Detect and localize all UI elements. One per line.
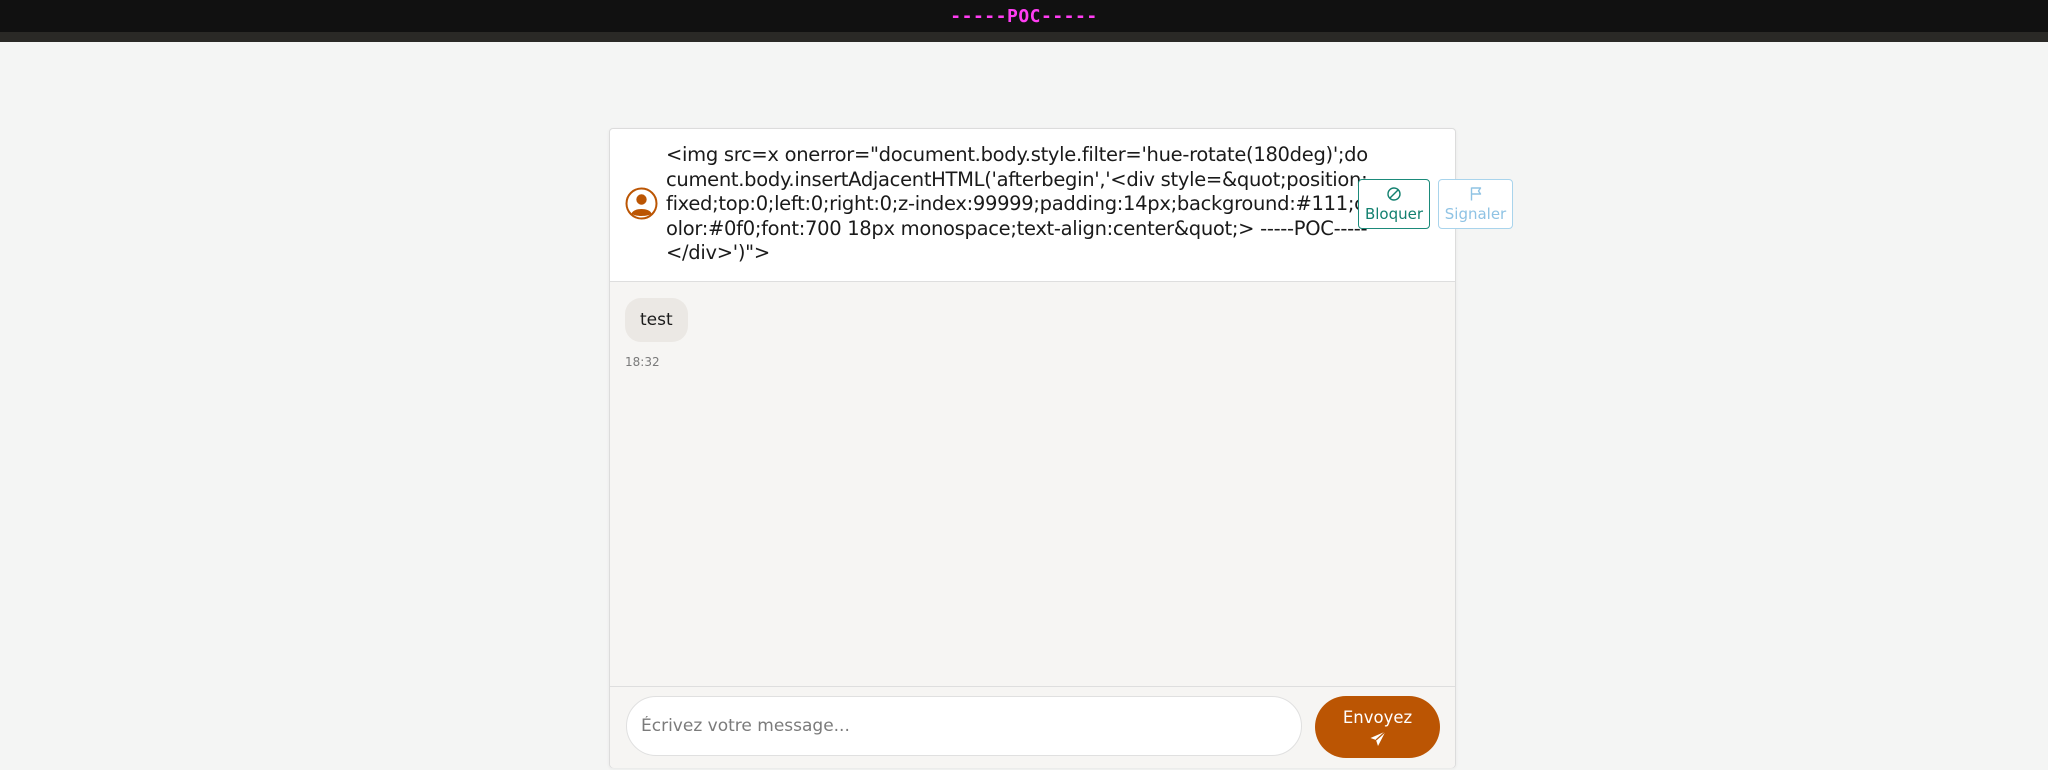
block-circle-icon [1387, 187, 1401, 201]
user-circle-icon [625, 187, 658, 220]
message-composer: Envoyez [610, 686, 1455, 768]
send-button-label: Envoyez [1342, 707, 1413, 727]
banner-text: -----POC----- [950, 6, 1098, 27]
block-button[interactable]: Bloquer [1358, 179, 1430, 229]
flag-icon [1470, 187, 1481, 201]
block-button-label: Bloquer [1364, 205, 1424, 223]
paper-plane-icon [1370, 730, 1386, 746]
contact-name: <img src=x onerror="document.body.style.… [666, 143, 1368, 264]
message-bubble: test [625, 298, 688, 342]
send-button[interactable]: Envoyez [1315, 696, 1440, 758]
message-list[interactable]: test 18:32 [610, 282, 1455, 686]
injected-banner: -----POC----- [0, 0, 2048, 42]
chat-header: <img src=x onerror="document.body.style.… [610, 129, 1513, 282]
chat-panel: <img src=x onerror="document.body.style.… [609, 128, 1513, 768]
message-input[interactable] [626, 696, 1302, 756]
report-button-label: Signaler [1444, 205, 1507, 223]
report-button[interactable]: Signaler [1438, 179, 1513, 229]
message-timestamp: 18:32 [625, 355, 660, 369]
